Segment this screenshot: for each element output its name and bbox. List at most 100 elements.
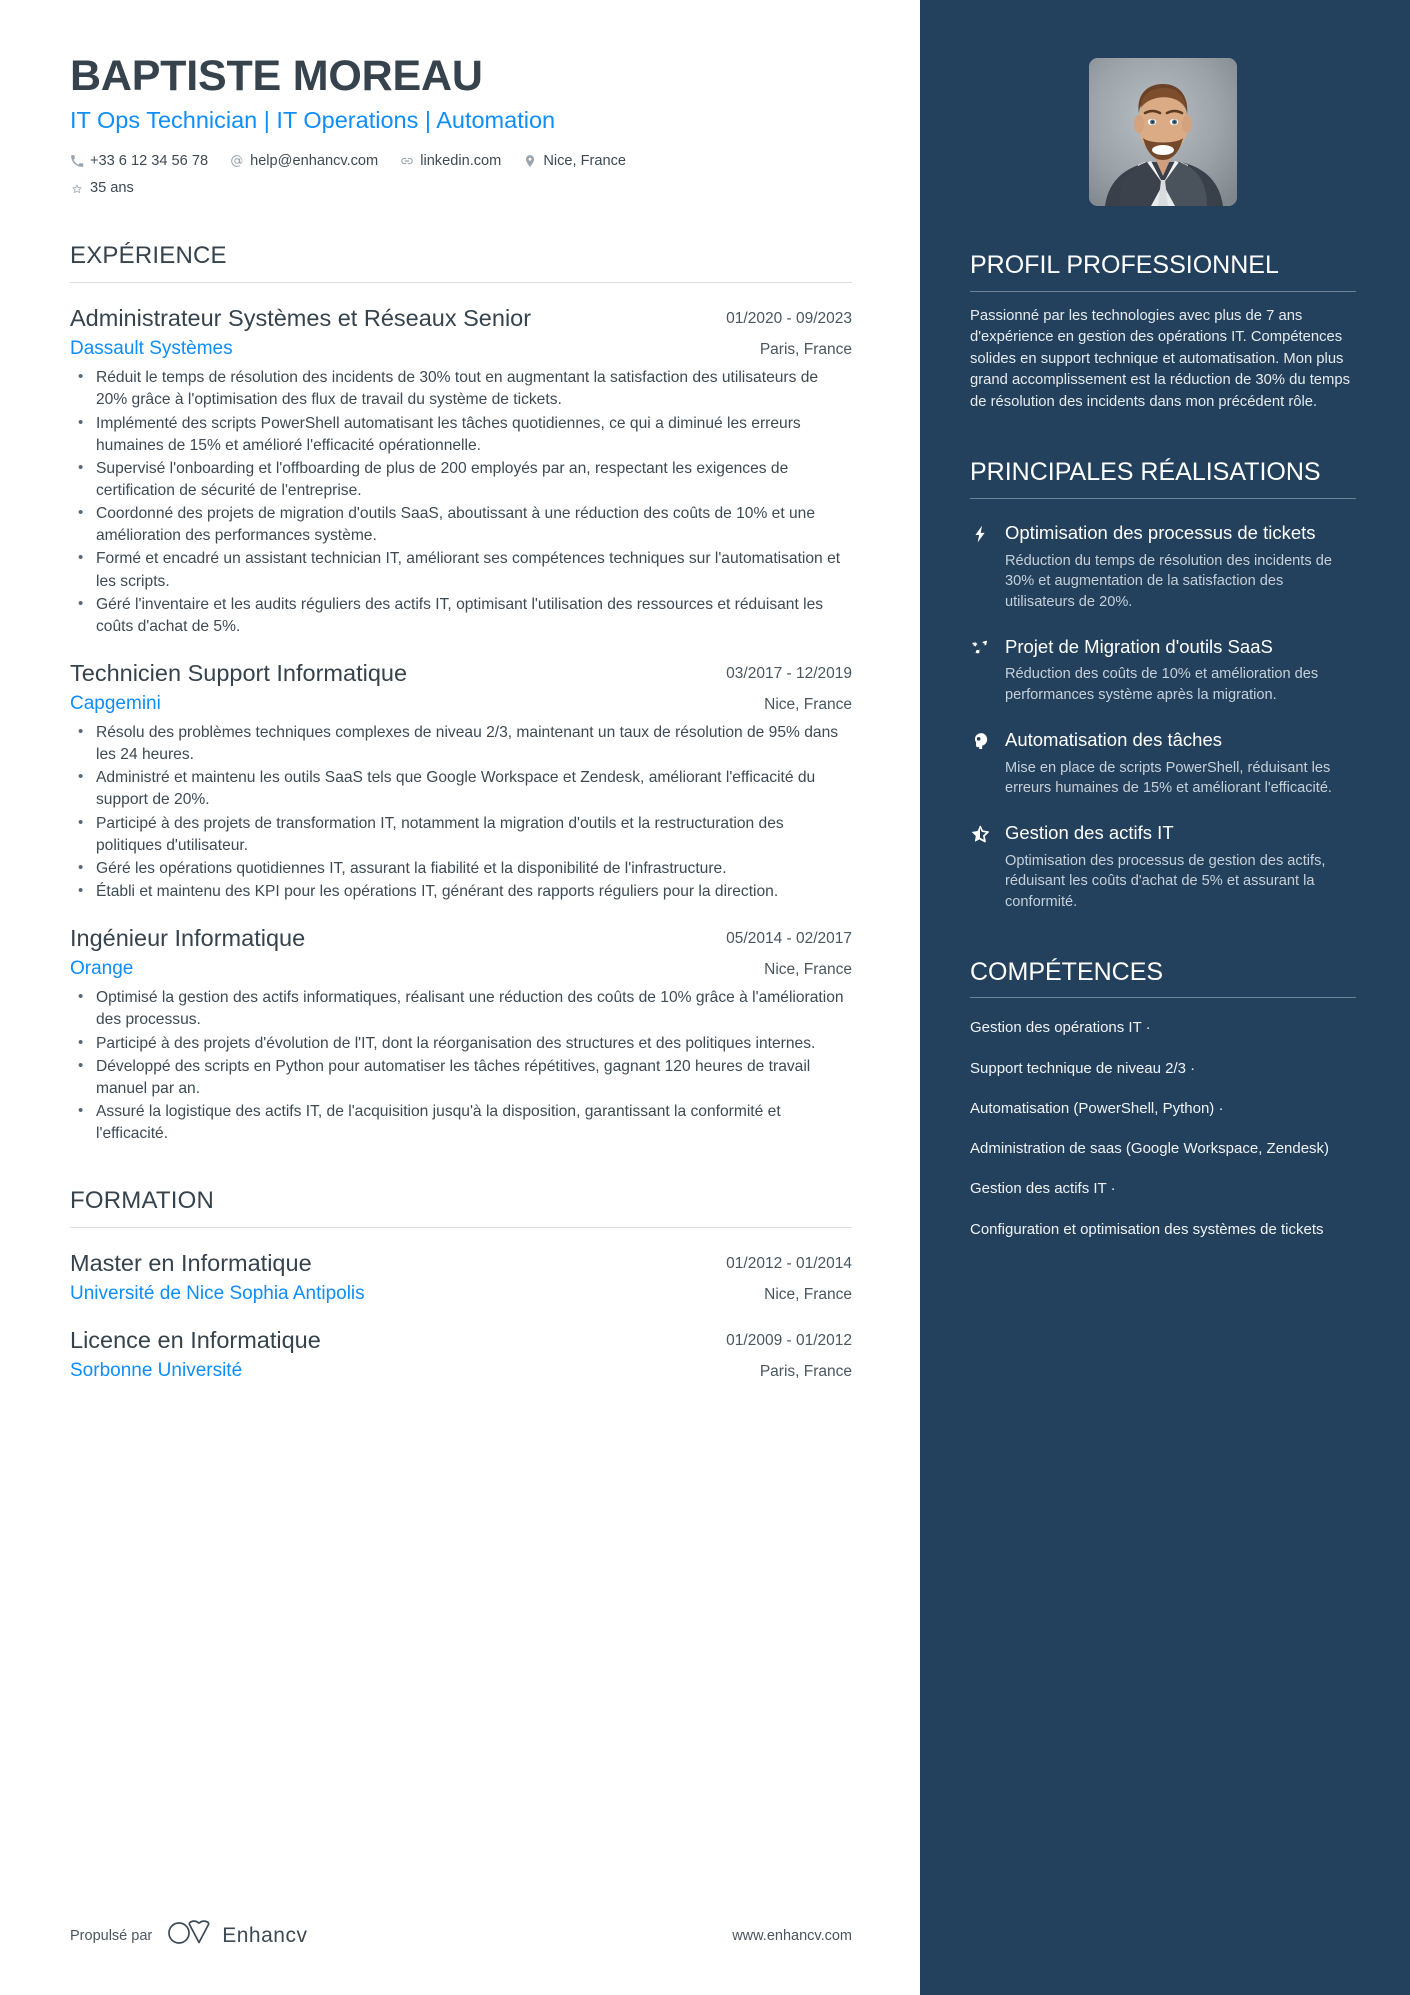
- skill-item: Configuration et optimisation des systèm…: [970, 1220, 1324, 1238]
- achievement-title: Projet de Migration d'outils SaaS: [1005, 635, 1273, 657]
- company-name[interactable]: Orange: [70, 958, 133, 980]
- education-entry: Master en Informatique 01/2012 - 01/2014…: [70, 1248, 852, 1305]
- experience-section-title: EXPÉRIENCE: [70, 242, 227, 270]
- list-item: Supervisé l'onboarding et l'offboarding …: [70, 457, 852, 502]
- achievement-desc: Réduction des coûts de 10% et améliorati…: [1005, 666, 1319, 704]
- contact-age: 35 ans: [70, 177, 134, 200]
- divider: [70, 282, 852, 284]
- contact-location: Nice, France: [523, 150, 626, 173]
- resume-page: BAPTISTE MOREAU IT Ops Technician | IT O…: [0, 0, 1410, 1995]
- experience-entry: Ingénieur Informatique 05/2014 - 02/2017…: [70, 923, 852, 1145]
- divider: [970, 497, 1356, 499]
- headline: IT Ops Technician | IT Operations | Auto…: [70, 107, 556, 134]
- job-bullets: Réduit le temps de résolution des incide…: [70, 366, 852, 638]
- education-entry: Licence en Informatique 01/2009 - 01/201…: [70, 1325, 852, 1382]
- phone-icon: [70, 154, 84, 168]
- profile-section-title: PROFIL PROFESSIONNEL: [970, 251, 1279, 279]
- divider: [970, 997, 1356, 999]
- list-item: Résolu des problèmes techniques complexe…: [70, 721, 852, 766]
- job-location: Paris, France: [759, 341, 852, 359]
- degree-dates: 01/2012 - 01/2014: [726, 1255, 852, 1273]
- list-item: Participé à des projets de transformatio…: [70, 812, 852, 857]
- achievement-title: Gestion des actifs IT: [1005, 822, 1174, 844]
- avatar: [1089, 58, 1237, 206]
- list-item: Établi et maintenu des KPI pour les opér…: [70, 880, 852, 903]
- list-item: Développé des scripts en Python pour aut…: [70, 1055, 852, 1100]
- contact-link[interactable]: linkedin.com: [400, 150, 501, 173]
- shooting-arrow-icon: [970, 635, 992, 706]
- achievement-title: Optimisation des processus de tickets: [1005, 521, 1316, 543]
- enhancv-brand[interactable]: Enhancv: [166, 1920, 307, 1951]
- link-icon: [400, 154, 414, 168]
- job-dates: 03/2017 - 12/2019: [726, 664, 852, 682]
- skill-item: Gestion des actifs IT ·: [970, 1180, 1116, 1198]
- company-name[interactable]: Dassault Systèmes: [70, 338, 233, 360]
- company-name[interactable]: Capgemini: [70, 693, 161, 715]
- skills-section-title: COMPÉTENCES: [970, 957, 1164, 986]
- degree-title: Master en Informatique: [70, 1250, 312, 1277]
- contact-age-text: 35 ans: [90, 179, 134, 196]
- profile-text: Passionné par les technologies avec plus…: [970, 307, 1350, 410]
- skills-section: COMPÉTENCES Gestion des opérations IT · …: [970, 957, 1356, 1240]
- list-item: Géré les opérations quotidiennes IT, ass…: [70, 857, 852, 880]
- achievements-section-title: PRINCIPALES RÉALISATIONS: [970, 458, 1321, 487]
- degree-dates: 01/2009 - 01/2012: [726, 1332, 852, 1350]
- half-star-icon: [970, 821, 992, 913]
- list-item: Administré et maintenu les outils SaaS t…: [70, 766, 852, 811]
- resume-main-column: BAPTISTE MOREAU IT Ops Technician | IT O…: [0, 0, 920, 1995]
- lightning-bolt-icon: [970, 521, 992, 613]
- school-name[interactable]: Sorbonne Université: [70, 1360, 242, 1382]
- job-dates: 01/2020 - 09/2023: [726, 310, 852, 328]
- contact-phone[interactable]: +33 6 12 34 56 78: [70, 150, 208, 173]
- job-bullets: Résolu des problèmes techniques complexe…: [70, 721, 852, 903]
- job-title: Technicien Support Informatique: [70, 659, 408, 686]
- page-title: BAPTISTE MOREAU: [70, 52, 483, 100]
- achievement-desc: Réduction du temps de résolution des inc…: [1005, 552, 1332, 611]
- list-item: Optimisé la gestion des actifs informati…: [70, 986, 852, 1031]
- job-title: Ingénieur Informatique: [70, 925, 306, 952]
- achievements-section: PRINCIPALES RÉALISATIONS Optimisation de…: [970, 457, 1356, 912]
- email-icon: [230, 154, 244, 168]
- degree-title: Licence en Informatique: [70, 1327, 321, 1354]
- list-item: Coordonné des projets de migration d'out…: [70, 502, 852, 547]
- contact-phone-text: +33 6 12 34 56 78: [90, 152, 209, 169]
- school-name[interactable]: Université de Nice Sophia Antipolis: [70, 1283, 365, 1305]
- enhancv-logo-icon: [166, 1920, 212, 1951]
- head-brain-icon: [970, 728, 992, 799]
- education-section: FORMATION Master en Informatique 01/2012…: [70, 1187, 852, 1382]
- education-section-title: FORMATION: [70, 1187, 215, 1215]
- job-bullets: Optimisé la gestion des actifs informati…: [70, 986, 852, 1145]
- achievement-item: Gestion des actifs IT Optimisation des p…: [970, 821, 1356, 913]
- contact-link-text: linkedin.com: [420, 152, 502, 169]
- powered-by-label: Propulsé par: [70, 1927, 153, 1944]
- skill-item: Administration de saas (Google Workspace…: [970, 1140, 1330, 1158]
- footer: Propulsé par Enhancv www.enhancv.com: [70, 1920, 852, 1951]
- divider: [970, 290, 1356, 292]
- achievement-item: Optimisation des processus de tickets Ré…: [970, 521, 1356, 613]
- location-pin-icon: [523, 154, 537, 168]
- skill-item: Automatisation (PowerShell, Python) ·: [970, 1099, 1224, 1117]
- achievement-desc: Optimisation des processus de gestion de…: [1005, 852, 1326, 911]
- footer-url[interactable]: www.enhancv.com: [732, 1928, 852, 1944]
- school-location: Paris, France: [759, 1363, 852, 1381]
- contact-location-text: Nice, France: [543, 152, 627, 169]
- resume-sidebar: PROFIL PROFESSIONNEL Passionné par les t…: [920, 0, 1410, 1995]
- achievement-item: Projet de Migration d'outils SaaS Réduct…: [970, 635, 1356, 706]
- contact-email[interactable]: help@enhancv.com: [230, 150, 378, 173]
- skill-item: Support technique de niveau 2/3 ·: [970, 1059, 1196, 1077]
- experience-entry: Technicien Support Informatique 03/2017 …: [70, 658, 852, 903]
- achievement-title: Automatisation des tâches: [1005, 728, 1222, 750]
- contact-row: +33 6 12 34 56 78 help@enhancv.com linke…: [70, 150, 670, 201]
- experience-section: EXPÉRIENCE Administrateur Systèmes et Ré…: [70, 242, 852, 1145]
- job-location: Nice, France: [764, 696, 852, 714]
- avatar-wrap: [970, 0, 1356, 206]
- list-item: Réduit le temps de résolution des incide…: [70, 366, 852, 411]
- skill-item: Gestion des opérations IT ·: [970, 1019, 1151, 1037]
- divider: [70, 1227, 852, 1229]
- contact-email-text: help@enhancv.com: [250, 152, 379, 169]
- job-title: Administrateur Systèmes et Réseaux Senio…: [70, 305, 532, 332]
- list-item: Formé et encadré un assistant technician…: [70, 547, 852, 592]
- job-location: Nice, France: [764, 961, 852, 979]
- school-location: Nice, France: [764, 1286, 852, 1304]
- profile-section: PROFIL PROFESSIONNEL Passionné par les t…: [970, 250, 1356, 413]
